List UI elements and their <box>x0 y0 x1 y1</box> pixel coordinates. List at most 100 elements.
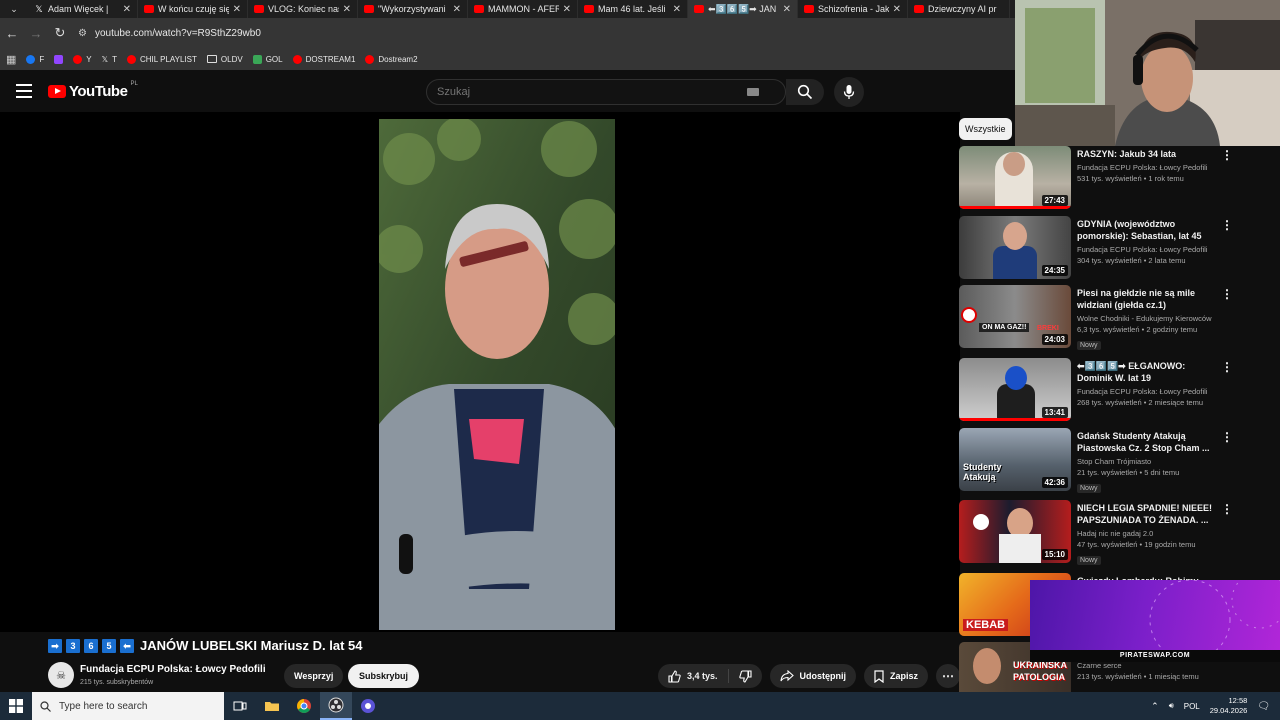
bookmark-gol[interactable]: GOL <box>252 54 283 64</box>
youtube-icon <box>914 5 924 13</box>
bookmarks-bar: ▦ F Y 𝕏 T CHIL PLAYLIST OLDV GOL DOSTREA… <box>0 48 1015 70</box>
new-badge: Nowy <box>1077 484 1101 493</box>
address-bar: ← → ↻ ⚙ youtube.com/watch?v=R9SthZ29wb0 <box>0 18 1015 48</box>
bookmark-twitch[interactable] <box>54 54 64 64</box>
taskbar-search[interactable]: Type here to search <box>32 692 224 720</box>
webcam-image <box>1015 0 1280 146</box>
arrow-left-emoji-icon: ➡ <box>48 638 62 653</box>
obs-icon[interactable] <box>320 692 352 720</box>
close-tab-icon[interactable]: ✕ <box>563 4 571 15</box>
chrome-icon[interactable] <box>288 692 320 720</box>
decorative-swirl <box>1149 580 1280 650</box>
related-video-item[interactable]: 13:41 ⬅3️⃣6️⃣5️⃣➡ EŁGANOWO: Dominik W. l… <box>959 358 1233 424</box>
video-title: ➡ 3 6 5 ⬅ JANÓW LUBELSKI Mariusz D. lat … <box>48 638 362 653</box>
x-logo-icon: 𝕏 <box>35 4 43 14</box>
file-explorer-icon[interactable] <box>256 692 288 720</box>
youtube-icon <box>474 5 484 13</box>
more-vert-icon[interactable]: ⋮ <box>1221 218 1233 232</box>
search-button[interactable] <box>786 79 824 105</box>
browser-tab[interactable]: Schizofrenia - Jak ✕ <box>798 0 908 18</box>
url-field[interactable]: ⚙ youtube.com/watch?v=R9SthZ29wb0 <box>78 28 261 39</box>
close-tab-icon[interactable]: ✕ <box>893 4 901 15</box>
clock[interactable]: 12:58 29.04.2026 <box>1210 696 1248 716</box>
video-thumbnail[interactable]: Studenty Atakują 42:36 <box>959 428 1071 491</box>
youtube-icon <box>73 54 83 64</box>
bookmark-dostream1[interactable]: DOSTREAM1 <box>292 54 355 64</box>
video-frame[interactable] <box>379 119 615 630</box>
apps-grid-icon[interactable]: ▦ <box>6 53 16 66</box>
filter-chip-all[interactable]: Wszystkie <box>959 118 1012 140</box>
close-tab-icon[interactable]: ✕ <box>233 4 241 15</box>
video-thumbnail[interactable]: 24:35 <box>959 216 1071 279</box>
video-player[interactable]: ☠ <box>0 112 960 720</box>
browser-tab[interactable]: MAMMON - AFER ✕ <box>468 0 578 18</box>
video-thumbnail[interactable]: 15:10 <box>959 500 1071 563</box>
voice-search-button[interactable] <box>834 77 864 107</box>
video-thumbnail[interactable]: 13:41 <box>959 358 1071 421</box>
more-vert-icon[interactable]: ⋮ <box>1221 430 1233 444</box>
related-video-item[interactable]: 24:35 GDYNIA (województwo pomorskie): Se… <box>959 216 1233 282</box>
language-indicator[interactable]: POL <box>1184 702 1200 711</box>
close-tab-icon[interactable]: ✕ <box>783 4 791 15</box>
browser-tab-active[interactable]: ⬅3️⃣6️⃣5️⃣➡ JAN ✕ <box>688 0 798 18</box>
channel-avatar[interactable]: ☠ <box>48 662 74 688</box>
bookmark-facebook[interactable]: F <box>26 54 44 64</box>
browser-tab[interactable]: VLOG: Koniec nas ✕ <box>248 0 358 18</box>
back-arrow-icon[interactable]: ← <box>0 26 24 41</box>
browser-tab[interactable]: 𝕏 Adam Więcek | ✕ <box>28 0 138 18</box>
reload-icon[interactable]: ↻ <box>48 25 72 41</box>
keyboard-icon[interactable] <box>747 88 759 96</box>
owner-row: ☠ Fundacja ECPU Polska: Łowcy Pedofili 2… <box>48 662 608 690</box>
close-tab-icon[interactable]: ✕ <box>673 4 681 15</box>
save-button[interactable]: Zapisz <box>864 664 929 688</box>
video-thumbnail[interactable]: ON MA GAZ!! BREKI 24:03 <box>959 285 1071 348</box>
close-tab-icon[interactable]: ✕ <box>453 4 461 15</box>
more-vert-icon[interactable]: ⋮ <box>1221 502 1233 516</box>
youtube-play-icon <box>48 85 66 98</box>
site-settings-icon[interactable]: ⚙ <box>78 28 87 39</box>
facebook-icon <box>26 54 36 64</box>
bookmark-youtube[interactable]: Y <box>73 54 92 64</box>
youtube-icon <box>254 5 264 13</box>
tab-search-chevron-icon[interactable]: ⌄ <box>0 0 28 18</box>
video-actions: 3,4 tys. Udostępnij Zapisz ⋯ <box>658 664 961 688</box>
channel-name[interactable]: Fundacja ECPU Polska: Łowcy Pedofili <box>80 664 266 675</box>
video-thumbnail[interactable]: 27:43 <box>959 146 1071 209</box>
close-tab-icon[interactable]: ✕ <box>123 4 131 15</box>
more-actions-icon[interactable]: ⋯ <box>936 664 961 688</box>
more-vert-icon[interactable]: ⋮ <box>1221 360 1233 374</box>
join-button[interactable]: Wesprzyj <box>284 664 344 688</box>
related-video-item[interactable]: Studenty Atakują 42:36 Gdańsk Studenty A… <box>959 428 1233 494</box>
share-button[interactable]: Udostępnij <box>769 664 857 688</box>
more-vert-icon[interactable]: ⋮ <box>1221 148 1233 162</box>
related-video-item[interactable]: 15:10 NIECH LEGIA SPADNIE! NIEEE! PAPSZU… <box>959 500 1233 566</box>
browser-tab[interactable]: W końcu czuję się ✕ <box>138 0 248 18</box>
dislike-button[interactable] <box>729 664 762 688</box>
related-video-item[interactable]: ON MA GAZ!! BREKI 24:03 Piesi na giełdzi… <box>959 285 1233 351</box>
arrow-back-emoji-icon: ⬅ <box>120 638 134 653</box>
notifications-icon[interactable]: 🗨︎ <box>1257 701 1270 712</box>
subscriber-count: 215 tys. subskrybentów <box>80 679 154 686</box>
subscribe-button[interactable]: Subskrybuj <box>348 664 420 688</box>
tray-chevron-up-icon[interactable]: ⌃ <box>1151 701 1159 712</box>
bookmark-folder-oldv[interactable]: OLDV <box>206 55 243 64</box>
task-view-icon[interactable] <box>224 692 256 720</box>
watch-progress-bar <box>959 418 1071 421</box>
browser-tab[interactable]: Mam 46 lat. Jeśli ✕ <box>578 0 688 18</box>
windows-start-icon[interactable] <box>0 692 32 720</box>
speaker-icon[interactable]: 🔊︎ <box>1169 701 1174 711</box>
like-button[interactable]: 3,4 tys. <box>658 664 728 688</box>
bookmark-dostream2[interactable]: Dostream2 <box>365 54 418 64</box>
bookmark-chill-playlist[interactable]: CHIL PLAYLIST <box>126 54 197 64</box>
forward-arrow-icon[interactable]: → <box>24 26 48 41</box>
close-tab-icon[interactable]: ✕ <box>343 4 351 15</box>
youtube-logo[interactable]: YouTube PL <box>48 81 138 100</box>
bookmark-x[interactable]: 𝕏 T <box>102 55 117 64</box>
browser-tab[interactable]: "Wykorzystywani ✕ <box>358 0 468 18</box>
app-icon[interactable] <box>352 692 384 720</box>
search-input[interactable] <box>427 86 747 98</box>
menu-hamburger-icon[interactable] <box>16 84 32 98</box>
more-vert-icon[interactable]: ⋮ <box>1221 287 1233 301</box>
browser-tab[interactable]: Dziewczyny AI pr <box>908 0 1010 18</box>
related-video-item[interactable]: 27:43 RASZYN: Jakub 34 lata Fundacja ECP… <box>959 146 1233 212</box>
